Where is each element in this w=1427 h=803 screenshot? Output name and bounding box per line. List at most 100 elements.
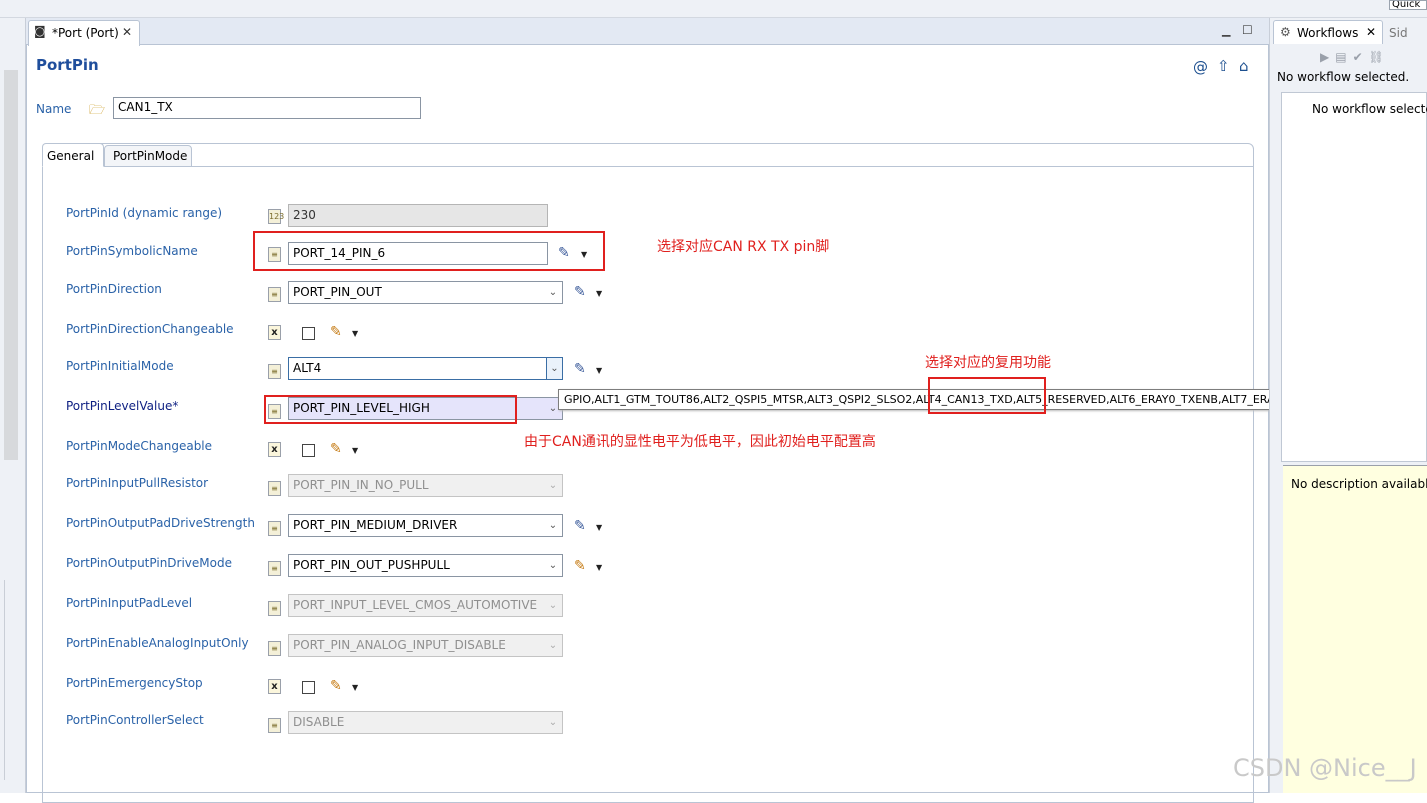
mode-changeable-checkbox[interactable] xyxy=(302,444,315,457)
label-mode-changeable: PortPinModeChangeable xyxy=(66,439,213,453)
workflows-tab-label[interactable]: Workflows xyxy=(1297,26,1358,40)
editor-tab-bar xyxy=(26,18,1269,45)
analog-select: PORT_PIN_ANALOG_INPUT_DISABLE ⌄ xyxy=(288,634,563,657)
tab-general[interactable]: General xyxy=(42,143,104,167)
quick-access-input[interactable]: Quick xyxy=(1389,0,1427,10)
tab-sidebar[interactable]: Sid xyxy=(1389,26,1408,40)
controller-select: DISABLE ⌄ xyxy=(288,711,563,734)
drivestrength-select[interactable]: PORT_PIN_MEDIUM_DRIVER ⌄ xyxy=(288,514,563,537)
label-emergency: PortPinEmergencyStop xyxy=(66,676,203,690)
at-icon[interactable]: @ xyxy=(1193,58,1208,76)
parameter-icon: ≡ xyxy=(268,601,281,616)
drivemode-value: PORT_PIN_OUT_PUSHPULL xyxy=(293,558,450,572)
boolean-icon: x xyxy=(268,679,281,694)
padlevel-value: PORT_INPUT_LEVEL_CMOS_AUTOMOTIVE xyxy=(293,598,538,612)
book-icon[interactable]: ▤ xyxy=(1335,50,1352,64)
label-initialmode: PortPinInitialMode xyxy=(66,359,174,373)
caret-down-icon[interactable]: ▼ xyxy=(596,563,602,572)
pencil-icon[interactable]: ✎ xyxy=(330,678,342,694)
annotation-box-pin xyxy=(253,231,605,271)
label-padlevel: PortPinInputPadLevel xyxy=(66,596,193,610)
initialmode-select[interactable]: ALT4 ⌄ xyxy=(288,357,563,380)
analog-value: PORT_PIN_ANALOG_INPUT_DISABLE xyxy=(293,638,506,652)
chevron-down-icon[interactable]: ⌄ xyxy=(544,555,562,576)
drivestrength-value: PORT_PIN_MEDIUM_DRIVER xyxy=(293,518,458,532)
caret-down-icon[interactable]: ▼ xyxy=(352,683,358,692)
label-direction-changeable: PortPinDirectionChangeable xyxy=(66,322,234,336)
up-arrow-icon[interactable]: ⇧ xyxy=(1217,57,1230,75)
close-icon[interactable]: ✕ xyxy=(122,25,132,39)
wand-icon[interactable]: ✎ xyxy=(574,518,586,534)
portpinid-field: 230 xyxy=(288,204,548,227)
pencil-icon[interactable]: ✎ xyxy=(330,324,342,340)
folder-icon: 🗁 xyxy=(89,103,106,118)
link-icon[interactable]: ⛓ xyxy=(1369,50,1390,64)
page-title: PortPin xyxy=(36,56,99,74)
run-icon[interactable]: ▶ xyxy=(1320,50,1335,64)
chevron-down-icon[interactable]: ⌄ xyxy=(546,358,562,379)
chevron-down-icon[interactable]: ⌄ xyxy=(544,282,562,303)
annotation-box-level xyxy=(264,395,517,424)
left-lower-panel xyxy=(4,580,18,780)
caret-down-icon[interactable]: ▼ xyxy=(596,523,602,532)
caret-down-icon[interactable]: ▼ xyxy=(596,289,602,298)
tab-portpinmode[interactable]: PortPinMode xyxy=(104,145,192,167)
editor-tab-title[interactable]: *Port (Port) xyxy=(52,26,119,40)
annotation-pin: 选择对应CAN RX TX pin脚 xyxy=(657,239,830,255)
label-symbolicname: PortPinSymbolicName xyxy=(66,244,198,258)
initialmode-value: ALT4 xyxy=(293,361,322,375)
description-text: No description available xyxy=(1291,477,1427,491)
label-analog: PortPinEnableAnalogInputOnly xyxy=(66,636,249,650)
annotation-box-alt xyxy=(928,377,1046,414)
left-scrollbar[interactable] xyxy=(4,70,18,460)
drivemode-select[interactable]: PORT_PIN_OUT_PUSHPULL ⌄ xyxy=(288,554,563,577)
label-direction: PortPinDirection xyxy=(66,282,162,296)
portpinid-value: 230 xyxy=(293,208,316,222)
maximize-icon[interactable]: ☐ xyxy=(1242,23,1253,37)
pencil-icon[interactable]: ✎ xyxy=(574,558,586,574)
label-levelvalue: PortPinLevelValue* xyxy=(66,399,179,413)
pullresistor-value: PORT_PIN_IN_NO_PULL xyxy=(293,478,429,492)
pullresistor-select: PORT_PIN_IN_NO_PULL ⌄ xyxy=(288,474,563,497)
parameter-icon: ≡ xyxy=(268,641,281,656)
parameter-icon: 123 xyxy=(268,209,284,224)
parameter-icon: ≡ xyxy=(268,481,281,496)
emergency-checkbox[interactable] xyxy=(302,681,315,694)
pencil-icon[interactable]: ✎ xyxy=(330,441,342,457)
chevron-down-icon: ⌄ xyxy=(548,717,558,728)
name-label: Name xyxy=(36,102,72,116)
parameter-icon: ≡ xyxy=(268,561,281,576)
parameter-icon: ≡ xyxy=(268,718,281,733)
description-box xyxy=(1283,465,1427,793)
wand-icon[interactable]: ✎ xyxy=(574,361,586,377)
caret-down-icon[interactable]: ▼ xyxy=(352,446,358,455)
chevron-down-icon: ⌄ xyxy=(548,480,558,491)
direction-select[interactable]: PORT_PIN_OUT ⌄ xyxy=(288,281,563,304)
direction-changeable-checkbox[interactable] xyxy=(302,327,315,340)
top-toolbar xyxy=(0,0,1427,18)
parameter-icon: ≡ xyxy=(268,521,281,536)
caret-down-icon[interactable]: ▼ xyxy=(352,329,358,338)
padlevel-select: PORT_INPUT_LEVEL_CMOS_AUTOMOTIVE ⌄ xyxy=(288,594,563,617)
label-pullresistor: PortPinInputPullResistor xyxy=(66,476,209,490)
name-field[interactable]: CAN1_TX xyxy=(113,97,421,119)
caret-down-icon[interactable]: ▼ xyxy=(596,366,602,375)
label-drivemode: PortPinOutputPinDriveMode xyxy=(66,556,232,570)
close-icon[interactable]: ✕ xyxy=(1366,25,1376,39)
workflow-list[interactable] xyxy=(1281,92,1427,462)
parameter-icon: ≡ xyxy=(268,287,281,302)
workflow-status: No workflow selected. xyxy=(1277,70,1410,84)
minimize-icon[interactable]: ▁ xyxy=(1222,24,1230,37)
label-portpinid: PortPinId (dynamic range) xyxy=(66,206,223,220)
label-drivestrength: PortPinOutputPadDriveStrength xyxy=(66,516,255,530)
label-controller: PortPinControllerSelect xyxy=(66,713,204,727)
annotation-alt: 选择对应的复用功能 xyxy=(925,355,1051,371)
direction-value: PORT_PIN_OUT xyxy=(293,285,382,299)
chevron-down-icon[interactable]: ⌄ xyxy=(544,515,562,536)
workflow-list-text: No workflow selecte xyxy=(1312,102,1427,116)
chevron-down-icon: ⌄ xyxy=(548,600,558,611)
check-icon[interactable]: ✔ xyxy=(1353,50,1369,64)
wand-icon[interactable]: ✎ xyxy=(574,284,586,300)
home-icon[interactable]: ⌂ xyxy=(1239,57,1249,75)
inner-tab-divider xyxy=(42,166,1254,167)
